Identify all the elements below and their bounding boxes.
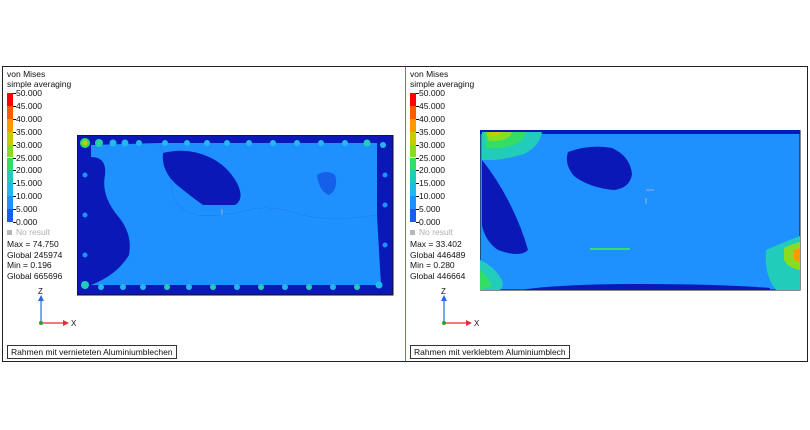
z-axis-label: Z bbox=[38, 287, 43, 296]
model-caption: Rahmen mit vernieteten Aluminiumblechen bbox=[7, 345, 177, 359]
legend-swatch bbox=[410, 170, 416, 184]
result-stats: Max = 74.750 Global 245974 Min = 0.196 G… bbox=[7, 239, 62, 281]
legend-swatch bbox=[7, 209, 13, 222]
stress-contour-plot[interactable] bbox=[77, 135, 395, 297]
legend-swatch bbox=[7, 93, 13, 106]
no-result-label: No result bbox=[16, 227, 51, 237]
y-axis-dot bbox=[442, 321, 446, 325]
z-axis-label: Z bbox=[441, 287, 446, 296]
legend-value: 35.000 bbox=[16, 126, 42, 137]
no-result-swatch bbox=[7, 230, 12, 236]
legend-value: 5.000 bbox=[16, 204, 38, 215]
no-result-entry: No result bbox=[410, 227, 453, 237]
legend-value: 50.000 bbox=[419, 88, 445, 98]
min-value: Min = 0.196 bbox=[7, 260, 52, 271]
no-result-entry: No result bbox=[7, 227, 50, 237]
legend-value: 15.000 bbox=[419, 178, 445, 189]
legend-value: 20.000 bbox=[16, 165, 42, 176]
legend-swatch bbox=[7, 105, 13, 119]
legend-value: 20.000 bbox=[419, 165, 445, 176]
legend-value: 25.000 bbox=[419, 152, 445, 163]
legend-swatch bbox=[410, 144, 416, 158]
legend-value: 10.000 bbox=[419, 191, 445, 202]
legend-swatch bbox=[7, 157, 13, 171]
legend-swatch bbox=[7, 144, 13, 158]
min-global-id: Global 665696 bbox=[7, 270, 63, 281]
coordinate-triad: Z X bbox=[441, 287, 480, 328]
legend-swatch bbox=[7, 183, 13, 197]
legend-value: 15.000 bbox=[16, 178, 42, 189]
legend-value: 5.000 bbox=[419, 204, 441, 215]
legend-swatch bbox=[7, 196, 13, 210]
result-type-label: von Mises bbox=[410, 69, 449, 79]
legend-value: 30.000 bbox=[419, 139, 445, 150]
max-global-id: Global 446489 bbox=[410, 249, 466, 260]
legend-value: 0.000 bbox=[419, 217, 441, 227]
legend-swatch bbox=[410, 196, 416, 210]
max-value: Max = 33.402 bbox=[410, 239, 462, 249]
legend-swatch bbox=[410, 105, 416, 119]
x-axis-arrow bbox=[63, 320, 69, 326]
legend-value: 40.000 bbox=[419, 113, 445, 124]
x-axis-label: X bbox=[71, 319, 77, 328]
x-axis-arrow bbox=[466, 320, 472, 326]
result-stats: Max = 33.402 Global 446489 Min = 0.280 G… bbox=[410, 239, 465, 281]
legend-swatch bbox=[7, 170, 13, 184]
legend-value: 0.000 bbox=[16, 217, 38, 227]
legend-swatch bbox=[410, 183, 416, 197]
legend-value: 45.000 bbox=[16, 100, 42, 111]
legend-value: 25.000 bbox=[16, 152, 42, 163]
legend-swatch bbox=[410, 93, 416, 106]
legend-swatch bbox=[410, 131, 416, 145]
max-global-id: Global 245974 bbox=[7, 249, 63, 260]
legend-swatch bbox=[410, 209, 416, 222]
legend-value: 10.000 bbox=[16, 191, 42, 202]
legend-swatch bbox=[7, 118, 13, 132]
legend-value: 45.000 bbox=[419, 100, 445, 111]
legend-swatch bbox=[410, 157, 416, 171]
viewport-right[interactable]: von Mises simple averaging 50.000 45.000 4… bbox=[405, 66, 808, 362]
min-value: Min = 0.280 bbox=[410, 260, 455, 271]
result-type-label: von Mises bbox=[7, 69, 46, 79]
x-axis-label: X bbox=[474, 319, 480, 328]
legend-value: 50.000 bbox=[16, 88, 42, 98]
legend-value: 35.000 bbox=[419, 126, 445, 137]
y-axis-dot bbox=[39, 321, 43, 325]
min-global-id: Global 446664 bbox=[410, 270, 466, 281]
coordinate-triad: Z X bbox=[38, 287, 77, 328]
no-result-swatch bbox=[410, 230, 415, 236]
model-caption: Rahmen mit verklebtem Aluminiumblech bbox=[410, 345, 570, 359]
legend-value: 40.000 bbox=[16, 113, 42, 124]
max-value: Max = 74.750 bbox=[7, 239, 59, 249]
stress-contour-plot[interactable] bbox=[480, 130, 802, 292]
viewport-left[interactable]: von Mises simple averaging 50.000 45.000 4… bbox=[2, 66, 406, 362]
legend-swatch bbox=[410, 118, 416, 132]
legend-swatch bbox=[7, 131, 13, 145]
no-result-label: No result bbox=[419, 227, 454, 237]
legend-value: 30.000 bbox=[16, 139, 42, 150]
